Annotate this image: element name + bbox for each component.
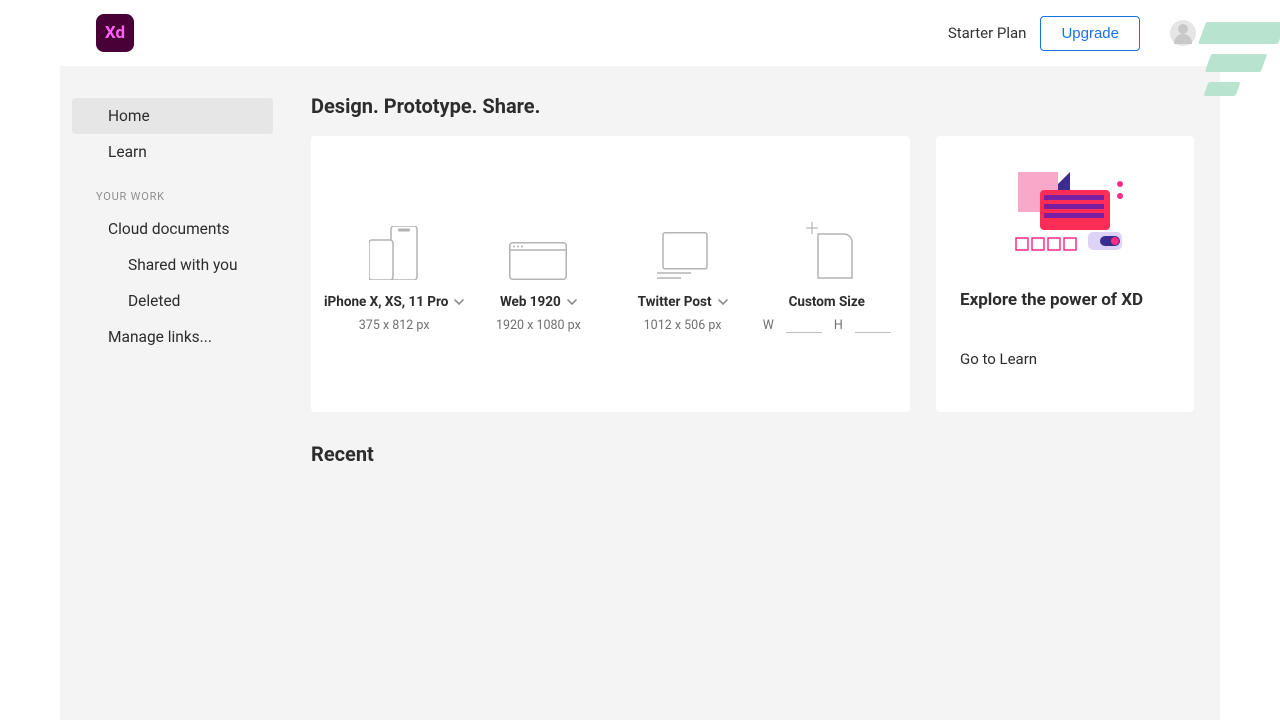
preset-dims: 1012 x 506 px: [644, 318, 722, 333]
app-logo: Xd: [96, 14, 134, 52]
promo-card: Explore the power of XD Go to Learn: [936, 136, 1194, 412]
avatar[interactable]: [1170, 20, 1196, 46]
post-icon: [657, 216, 709, 280]
chevron-down-icon[interactable]: [454, 297, 464, 307]
page-title: Design. Prototype. Share.: [311, 94, 1194, 118]
sidebar-item-deleted[interactable]: Deleted: [72, 283, 273, 319]
preset-web[interactable]: Web 1920 1920 x 1080 px: [467, 216, 609, 333]
go-to-learn-link[interactable]: Go to Learn: [960, 350, 1170, 368]
sidebar-item-shared-with-you[interactable]: Shared with you: [72, 247, 273, 283]
preset-dims: 375 x 812 px: [359, 318, 430, 333]
promo-illustration: [960, 162, 1170, 262]
sidebar-section-label: YOUR WORK: [60, 170, 285, 211]
preset-iphone[interactable]: iPhone X, XS, 11 Pro 375 x 812 px: [323, 216, 465, 333]
preset-label: iPhone X, XS, 11 Pro: [324, 294, 448, 310]
height-input[interactable]: [855, 318, 891, 333]
preset-label: Web 1920: [500, 294, 561, 310]
promo-title: Explore the power of XD: [960, 290, 1170, 310]
preset-custom-size[interactable]: Custom Size W H: [756, 216, 898, 333]
chevron-down-icon[interactable]: [718, 297, 728, 307]
upgrade-button[interactable]: Upgrade: [1040, 16, 1140, 51]
preset-twitter-post[interactable]: Twitter Post 1012 x 506 px: [612, 216, 754, 333]
height-label: H: [834, 318, 843, 333]
sidebar-item-learn[interactable]: Learn: [72, 134, 273, 170]
width-label: W: [763, 318, 774, 333]
preset-label: Custom Size: [789, 294, 865, 310]
sidebar-item-manage-links[interactable]: Manage links...: [72, 319, 273, 355]
sidebar-item-cloud-documents[interactable]: Cloud documents: [72, 211, 273, 247]
plan-label: Starter Plan: [948, 24, 1027, 42]
recent-title: Recent: [311, 442, 1194, 466]
preset-dims: 1920 x 1080 px: [496, 318, 581, 333]
decorative-overlay: [1202, 22, 1280, 106]
sidebar: Home Learn YOUR WORK Cloud documents Sha…: [60, 66, 285, 720]
width-input[interactable]: [786, 318, 822, 333]
preset-label: Twitter Post: [638, 294, 712, 310]
custom-size-icon: [800, 216, 854, 280]
topbar: Xd Starter Plan Upgrade: [60, 0, 1220, 66]
sidebar-item-home[interactable]: Home: [72, 98, 273, 134]
main: Design. Prototype. Share. i: [285, 66, 1220, 720]
presets-card: iPhone X, XS, 11 Pro 375 x 812 px: [311, 136, 910, 412]
web-icon: [509, 216, 567, 280]
phone-icon: [369, 216, 419, 280]
chevron-down-icon[interactable]: [567, 297, 577, 307]
